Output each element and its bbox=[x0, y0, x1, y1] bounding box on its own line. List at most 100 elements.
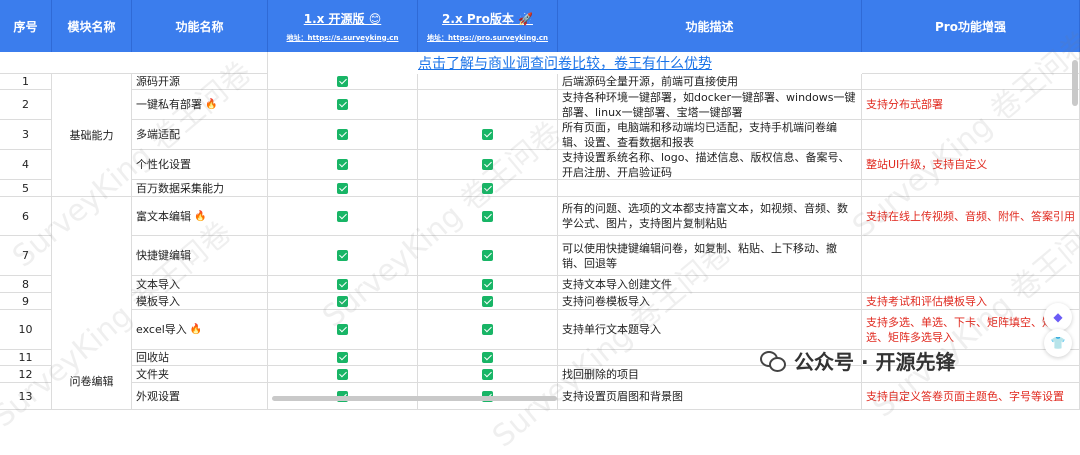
checkbox-icon bbox=[482, 210, 493, 222]
checkbox-icon bbox=[482, 368, 493, 380]
v1-support bbox=[268, 350, 418, 366]
v2-support bbox=[418, 276, 558, 293]
header-v1[interactable]: 1.x 开源版 😊 地址：https://s.surveyking.cn bbox=[268, 0, 418, 52]
feature-description: 所有页面，电脑端和移动端均已适配，支持手机端问卷编辑、设置、查看数据和报表 bbox=[558, 120, 862, 150]
feature-name: 源码开源 bbox=[132, 74, 268, 90]
v2-support bbox=[418, 120, 558, 150]
feature-description: 后端源码全量开源，前端可直接使用 bbox=[558, 74, 862, 90]
feature-label: 外观设置 bbox=[136, 389, 180, 403]
pro-enhancement bbox=[862, 120, 1080, 150]
checkbox-icon bbox=[482, 250, 493, 261]
feature-name: 多端适配 bbox=[132, 120, 268, 150]
checkbox-icon bbox=[482, 129, 493, 140]
feature-label: 百万数据采集能力 bbox=[136, 181, 224, 195]
checkbox-icon bbox=[482, 278, 493, 290]
checkbox-icon bbox=[337, 129, 348, 140]
fire-icon: 🔥 bbox=[194, 210, 207, 222]
feature-label: excel导入 bbox=[136, 323, 187, 336]
wechat-icon bbox=[760, 350, 786, 372]
feature-description: 支持设置页眉图和背景图 bbox=[558, 383, 862, 410]
checkbox-icon bbox=[482, 159, 493, 170]
pro-enhancement: 支持自定义答卷页面主题色、字号等设置 bbox=[862, 383, 1080, 410]
horizontal-scrollbar[interactable] bbox=[272, 396, 557, 401]
feature-description: 支持问卷模板导入 bbox=[558, 293, 862, 310]
group-basic: 基础能力 bbox=[52, 74, 132, 197]
checkbox-icon bbox=[337, 352, 348, 363]
wechat-watermark: 公众号 · 开源先锋 bbox=[760, 346, 956, 375]
feature-description bbox=[558, 180, 862, 197]
v2-support bbox=[418, 74, 558, 90]
checkbox-icon bbox=[337, 182, 348, 194]
row-index: 2 bbox=[0, 90, 52, 120]
v2-support bbox=[418, 197, 558, 236]
feature-name: 回收站 bbox=[132, 350, 268, 366]
empty-row-pro bbox=[862, 52, 1080, 74]
feature-description: 支持各种环境一键部署，如docker一键部署、windows一键部署、linux… bbox=[558, 90, 862, 120]
v1-support bbox=[268, 120, 418, 150]
checkbox-icon bbox=[337, 159, 348, 170]
row-index: 10 bbox=[0, 310, 52, 350]
row-index: 12 bbox=[0, 366, 52, 383]
header-module: 模块名称 bbox=[52, 0, 132, 52]
group-survey-edit: 问卷编辑 bbox=[52, 197, 132, 410]
feature-name: 百万数据采集能力 bbox=[132, 180, 268, 197]
row-index: 4 bbox=[0, 150, 52, 180]
feature-name: 模板导入 bbox=[132, 293, 268, 310]
pro-enhancement: 整站UI升级，支持自定义 bbox=[862, 150, 1080, 180]
feature-name: 一键私有部署 🔥 bbox=[132, 90, 268, 120]
row-index: 5 bbox=[0, 180, 52, 197]
feature-name: 个性化设置 bbox=[132, 150, 268, 180]
v1-support bbox=[268, 276, 418, 293]
header-desc: 功能描述 bbox=[558, 0, 862, 52]
feature-label: 文件夹 bbox=[136, 367, 169, 381]
row-index: 8 bbox=[0, 276, 52, 293]
pro-enhancement: 支持在线上传视频、音频、附件、答案引用 bbox=[862, 197, 1080, 236]
checkbox-icon bbox=[482, 324, 493, 335]
feature-description: 支持文本导入创建文件 bbox=[558, 276, 862, 293]
feature-description: 所有的问题、选项的文本都支持富文本，如视频、音频、数学公式、图片，支持图片复制粘… bbox=[558, 197, 862, 236]
header-v1-url[interactable]: 地址：https://s.surveyking.cn bbox=[287, 33, 399, 43]
checkbox-icon bbox=[337, 324, 348, 335]
row-index: 11 bbox=[0, 350, 52, 366]
pro-enhancement bbox=[862, 276, 1080, 293]
row-index: 9 bbox=[0, 293, 52, 310]
compare-link[interactable]: 点击了解与商业调查问卷比较，卷王有什么优势 bbox=[268, 52, 862, 74]
shirt-icon[interactable]: 👕 bbox=[1044, 329, 1072, 357]
feature-label: 富文本编辑 bbox=[136, 209, 191, 223]
v2-support bbox=[418, 90, 558, 120]
feature-name: 文件夹 bbox=[132, 366, 268, 383]
pro-enhancement bbox=[862, 180, 1080, 197]
header-v2-title[interactable]: 2.x Pro版本 🚀 bbox=[442, 10, 533, 27]
v2-support bbox=[418, 236, 558, 276]
feature-name: 快捷键编辑 bbox=[132, 236, 268, 276]
v1-support bbox=[268, 236, 418, 276]
row-index: 7 bbox=[0, 236, 52, 276]
feature-label: 快捷键编辑 bbox=[136, 249, 191, 262]
v2-support bbox=[418, 366, 558, 383]
header-v1-title[interactable]: 1.x 开源版 😊 bbox=[304, 10, 382, 27]
header-feature: 功能名称 bbox=[132, 0, 268, 52]
checkbox-icon bbox=[482, 182, 493, 194]
feature-description: 支持设置系统名称、logo、描述信息、版权信息、备案号、开启注册、开启验证码 bbox=[558, 150, 862, 180]
feature-label: 源码开源 bbox=[136, 75, 180, 88]
v1-support bbox=[268, 180, 418, 197]
ai-assistant-icon[interactable]: ◆ bbox=[1044, 303, 1072, 331]
v1-support bbox=[268, 310, 418, 350]
header-index: 序号 bbox=[0, 0, 52, 52]
checkbox-icon bbox=[482, 352, 493, 363]
feature-table: 序号 模块名称 功能名称 1.x 开源版 😊 地址：https://s.surv… bbox=[0, 0, 1080, 454]
header-v2[interactable]: 2.x Pro版本 🚀 地址：https://pro.surveyking.cn bbox=[418, 0, 558, 52]
v2-support bbox=[418, 293, 558, 310]
vertical-scrollbar[interactable] bbox=[1072, 60, 1078, 106]
v2-support bbox=[418, 350, 558, 366]
v1-support bbox=[268, 293, 418, 310]
feature-description: 支持单行文本题导入 bbox=[558, 310, 862, 350]
feature-label: 文本导入 bbox=[136, 277, 180, 291]
row-index: 6 bbox=[0, 197, 52, 236]
row-index: 3 bbox=[0, 120, 52, 150]
empty-row bbox=[0, 52, 268, 74]
header-v2-url[interactable]: 地址：https://pro.surveyking.cn bbox=[427, 33, 548, 43]
v1-support bbox=[268, 74, 418, 90]
feature-label: 一键私有部署 bbox=[136, 98, 202, 111]
row-index: 13 bbox=[0, 383, 52, 410]
